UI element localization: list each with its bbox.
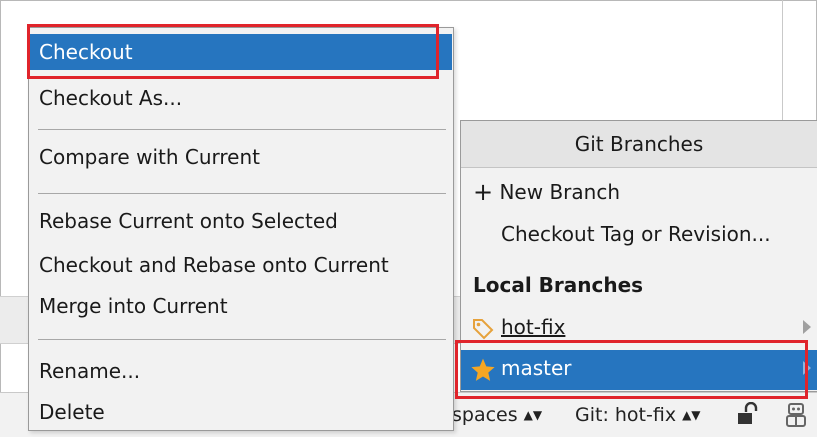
menu-separator <box>38 339 446 340</box>
git-branch-widget[interactable]: Git: hot-fix ▲▼ <box>575 404 701 426</box>
branch-context-menu: Checkout Checkout As... Compare with Cur… <box>28 27 454 431</box>
popup-title: Git Branches <box>461 121 817 168</box>
menu-item-rebase-current[interactable]: Rebase Current onto Selected <box>30 203 452 239</box>
branch-item-hot-fix[interactable]: hot-fix <box>461 309 817 349</box>
menu-item-checkout-as[interactable]: Checkout As... <box>30 80 452 116</box>
menu-item-rename[interactable]: Rename... <box>30 353 452 389</box>
branch-label-master: master <box>501 356 572 380</box>
checkout-tag-action[interactable]: Checkout Tag or Revision... <box>501 222 771 246</box>
branch-label-hot-fix: hot-fix <box>501 315 566 339</box>
indent-label: spaces <box>452 404 518 426</box>
menu-item-delete[interactable]: Delete <box>30 394 452 430</box>
menu-separator <box>38 193 446 194</box>
new-branch-label: New Branch <box>499 180 620 204</box>
indent-widget[interactable]: spaces ▲▼ <box>452 404 542 426</box>
git-branches-popup: Git Branches + New Branch Checkout Tag o… <box>460 120 817 392</box>
new-branch-action[interactable]: + New Branch <box>473 178 620 206</box>
menu-item-compare-with-current[interactable]: Compare with Current <box>30 139 452 175</box>
branch-item-master[interactable]: master <box>461 350 817 390</box>
git-branch-label: Git: hot-fix <box>575 404 677 426</box>
indent-arrows-icon: ▲▼ <box>523 408 543 422</box>
menu-separator <box>38 129 446 130</box>
editor-divider <box>782 0 783 120</box>
inspector-icon[interactable] <box>785 402 807 428</box>
submenu-arrow-icon <box>803 361 811 375</box>
tag-icon <box>473 319 494 340</box>
plus-icon: + <box>473 178 494 206</box>
menu-item-checkout-and-rebase[interactable]: Checkout and Rebase onto Current <box>30 247 452 283</box>
star-icon <box>471 358 495 381</box>
menu-item-checkout[interactable]: Checkout <box>30 34 452 70</box>
submenu-arrow-icon <box>803 320 811 334</box>
local-branches-heading: Local Branches <box>473 273 644 297</box>
menu-item-merge-into-current[interactable]: Merge into Current <box>30 288 452 324</box>
git-branch-arrows-icon: ▲▼ <box>682 408 701 422</box>
unlock-icon[interactable] <box>737 402 759 426</box>
